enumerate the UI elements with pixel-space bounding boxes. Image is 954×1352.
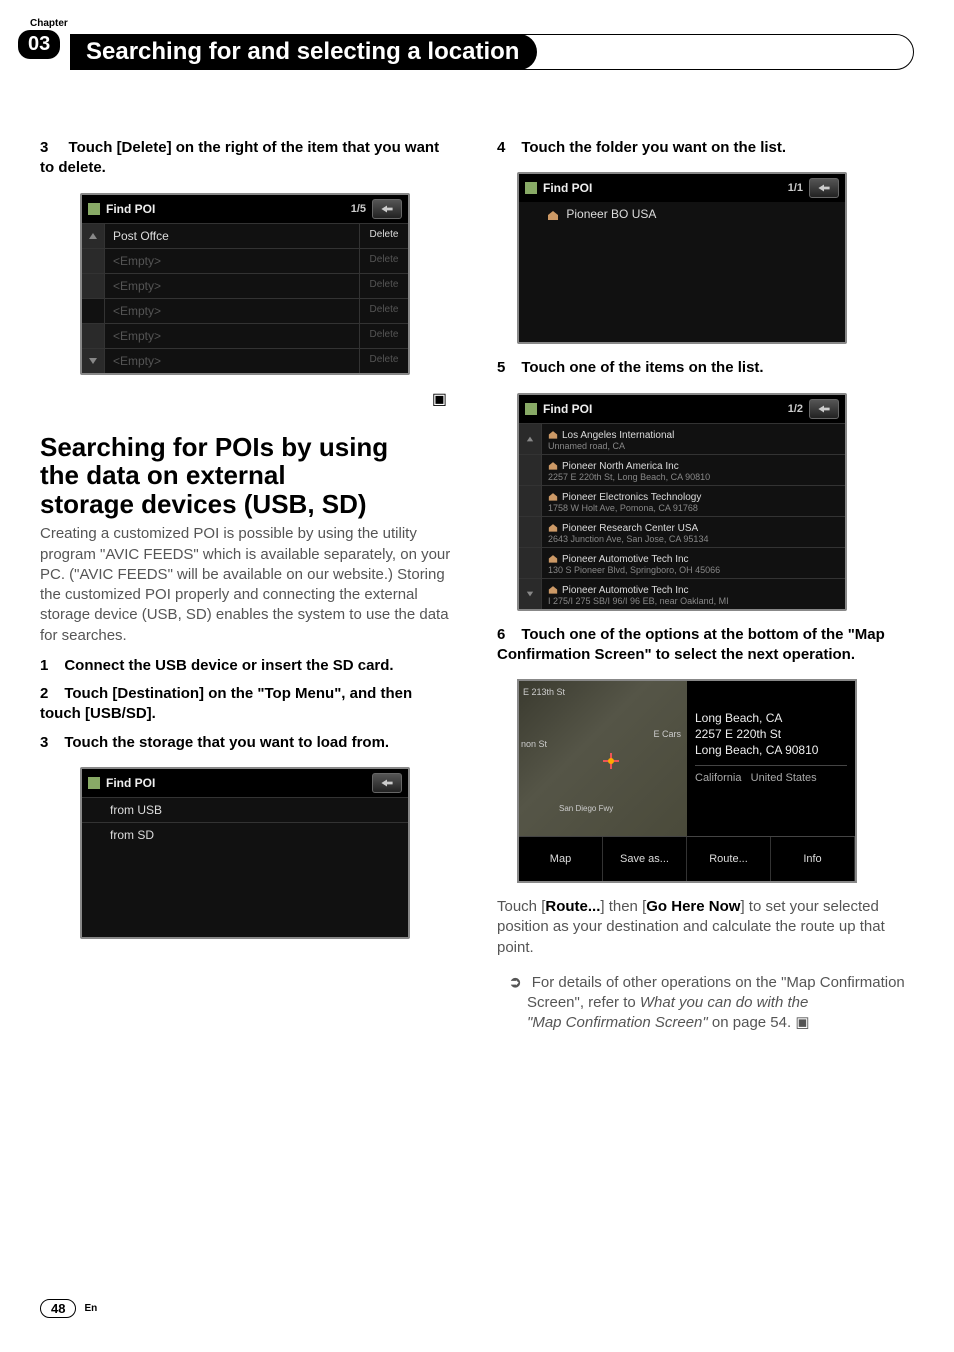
chapter-header: Searching for and selecting a location bbox=[70, 34, 914, 70]
page-language: En bbox=[84, 1303, 97, 1314]
delete-button-disabled: Delete bbox=[359, 349, 408, 373]
list-item-empty: <Empty> bbox=[105, 299, 359, 323]
figure-title: Find POI bbox=[543, 181, 788, 195]
pin-icon bbox=[525, 182, 537, 194]
list-item[interactable]: from USB bbox=[82, 798, 408, 822]
back-button[interactable] bbox=[372, 199, 402, 219]
scroll-track bbox=[519, 455, 542, 485]
chapter-number-badge: 03 bbox=[18, 30, 60, 59]
page-footer: 48 En bbox=[40, 1299, 97, 1318]
list-item[interactable]: Pioneer BO USA bbox=[519, 202, 845, 226]
section-end-icon: ▣ bbox=[40, 389, 447, 409]
step-3-delete: 3 Touch [Delete] on the right of the ite… bbox=[40, 138, 457, 179]
step-5: 5Touch one of the items on the list. bbox=[497, 358, 914, 378]
figure-titlebar: Find POI 1/5 bbox=[82, 195, 408, 223]
folder-icon bbox=[547, 210, 559, 220]
list-item[interactable]: Pioneer Automotive Tech Inc130 S Pioneer… bbox=[542, 548, 845, 578]
section-heading: Searching for POIs by using the data on … bbox=[40, 433, 457, 519]
left-column: 3 Touch [Delete] on the right of the ite… bbox=[40, 130, 457, 1049]
list-item-empty: <Empty> bbox=[105, 349, 359, 373]
figure-title: Find POI bbox=[106, 776, 372, 790]
back-button[interactable] bbox=[809, 399, 839, 419]
map-button[interactable]: Map bbox=[519, 837, 603, 881]
section-end-icon: ▣ bbox=[795, 1014, 809, 1031]
figure-map-confirmation: E 213th St non St E Cars San Diego Fwy L… bbox=[517, 679, 857, 883]
list-item[interactable]: Los Angeles InternationalUnnamed road, C… bbox=[542, 424, 845, 454]
pin-icon bbox=[88, 777, 100, 789]
list-item[interactable]: Pioneer Automotive Tech IncI 275/I 275 S… bbox=[542, 579, 845, 609]
scroll-up-icon[interactable] bbox=[519, 424, 542, 454]
pager-text: 1/2 bbox=[788, 403, 803, 415]
info-button[interactable]: Info bbox=[771, 837, 855, 881]
street-label: E 213th St bbox=[523, 687, 565, 697]
route-button[interactable]: Route... bbox=[687, 837, 771, 881]
delete-button-disabled: Delete bbox=[359, 324, 408, 348]
step-1: 1Connect the USB device or insert the SD… bbox=[40, 656, 457, 676]
scroll-track bbox=[519, 486, 542, 516]
delete-button-disabled: Delete bbox=[359, 274, 408, 298]
chapter-title: Searching for and selecting a location bbox=[70, 34, 537, 70]
ref-arrow-icon: ➲ bbox=[509, 974, 522, 991]
delete-button[interactable]: Delete bbox=[359, 224, 408, 248]
scroll-up-icon[interactable] bbox=[82, 224, 105, 248]
save-as-button[interactable]: Save as... bbox=[603, 837, 687, 881]
street-label: E Cars bbox=[653, 729, 681, 739]
step-4: 4Touch the folder you want on the list. bbox=[497, 138, 914, 158]
delete-button-disabled: Delete bbox=[359, 299, 408, 323]
figure-title: Find POI bbox=[106, 202, 351, 216]
scroll-track bbox=[519, 517, 542, 547]
step-3: 3Touch the storage that you want to load… bbox=[40, 733, 457, 753]
pin-icon bbox=[525, 403, 537, 415]
map-area[interactable]: E 213th St non St E Cars San Diego Fwy bbox=[519, 681, 687, 837]
pin-icon bbox=[88, 203, 100, 215]
list-item-empty: <Empty> bbox=[105, 274, 359, 298]
map-info-panel: Long Beach, CA 2257 E 220th St Long Beac… bbox=[687, 681, 855, 837]
figure-find-poi-folder: Find POI 1/1 Pioneer BO USA bbox=[517, 172, 847, 344]
delete-button-disabled: Delete bbox=[359, 249, 408, 273]
figure-find-poi-items: Find POI 1/2 Los Angeles InternationalUn… bbox=[517, 393, 847, 611]
step-2: 2Touch [Destination] on the "Top Menu", … bbox=[40, 684, 457, 725]
follow-up-text: Touch [Route...] then [Go Here Now] to s… bbox=[497, 897, 914, 958]
list-item[interactable]: Pioneer Electronics Technology1758 W Hol… bbox=[542, 486, 845, 516]
pager-text: 1/1 bbox=[788, 182, 803, 194]
map-marker-icon bbox=[599, 749, 623, 773]
list-item[interactable]: Post Offce bbox=[105, 224, 359, 248]
list-item[interactable]: Pioneer North America Inc2257 E 220th St… bbox=[542, 455, 845, 485]
step-6: 6Touch one of the options at the bottom … bbox=[497, 625, 914, 666]
scroll-down-icon[interactable] bbox=[519, 579, 542, 609]
list-item-empty: <Empty> bbox=[105, 324, 359, 348]
figure-find-poi-delete: Find POI 1/5 Post Offce Delete <Empty>De… bbox=[80, 193, 410, 375]
back-button[interactable] bbox=[372, 773, 402, 793]
street-label: San Diego Fwy bbox=[559, 804, 613, 813]
back-button[interactable] bbox=[809, 178, 839, 198]
list-item[interactable]: from SD bbox=[82, 823, 408, 847]
reference-text: ➲ For details of other operations on the… bbox=[497, 973, 914, 1034]
list-item-empty: <Empty> bbox=[105, 249, 359, 273]
right-column: 4Touch the folder you want on the list. … bbox=[497, 130, 914, 1049]
street-label: non St bbox=[521, 739, 547, 749]
figure-find-poi-storage: Find POI from USB from SD bbox=[80, 767, 410, 939]
figure-title: Find POI bbox=[543, 402, 788, 416]
scroll-track bbox=[519, 548, 542, 578]
chapter-label: Chapter bbox=[30, 18, 68, 29]
list-item[interactable]: Pioneer Research Center USA2643 Junction… bbox=[542, 517, 845, 547]
page-number: 48 bbox=[40, 1299, 76, 1318]
intro-paragraph: Creating a customized POI is possible by… bbox=[40, 524, 457, 646]
scroll-down-icon[interactable] bbox=[82, 349, 105, 373]
pager-text: 1/5 bbox=[351, 203, 366, 215]
